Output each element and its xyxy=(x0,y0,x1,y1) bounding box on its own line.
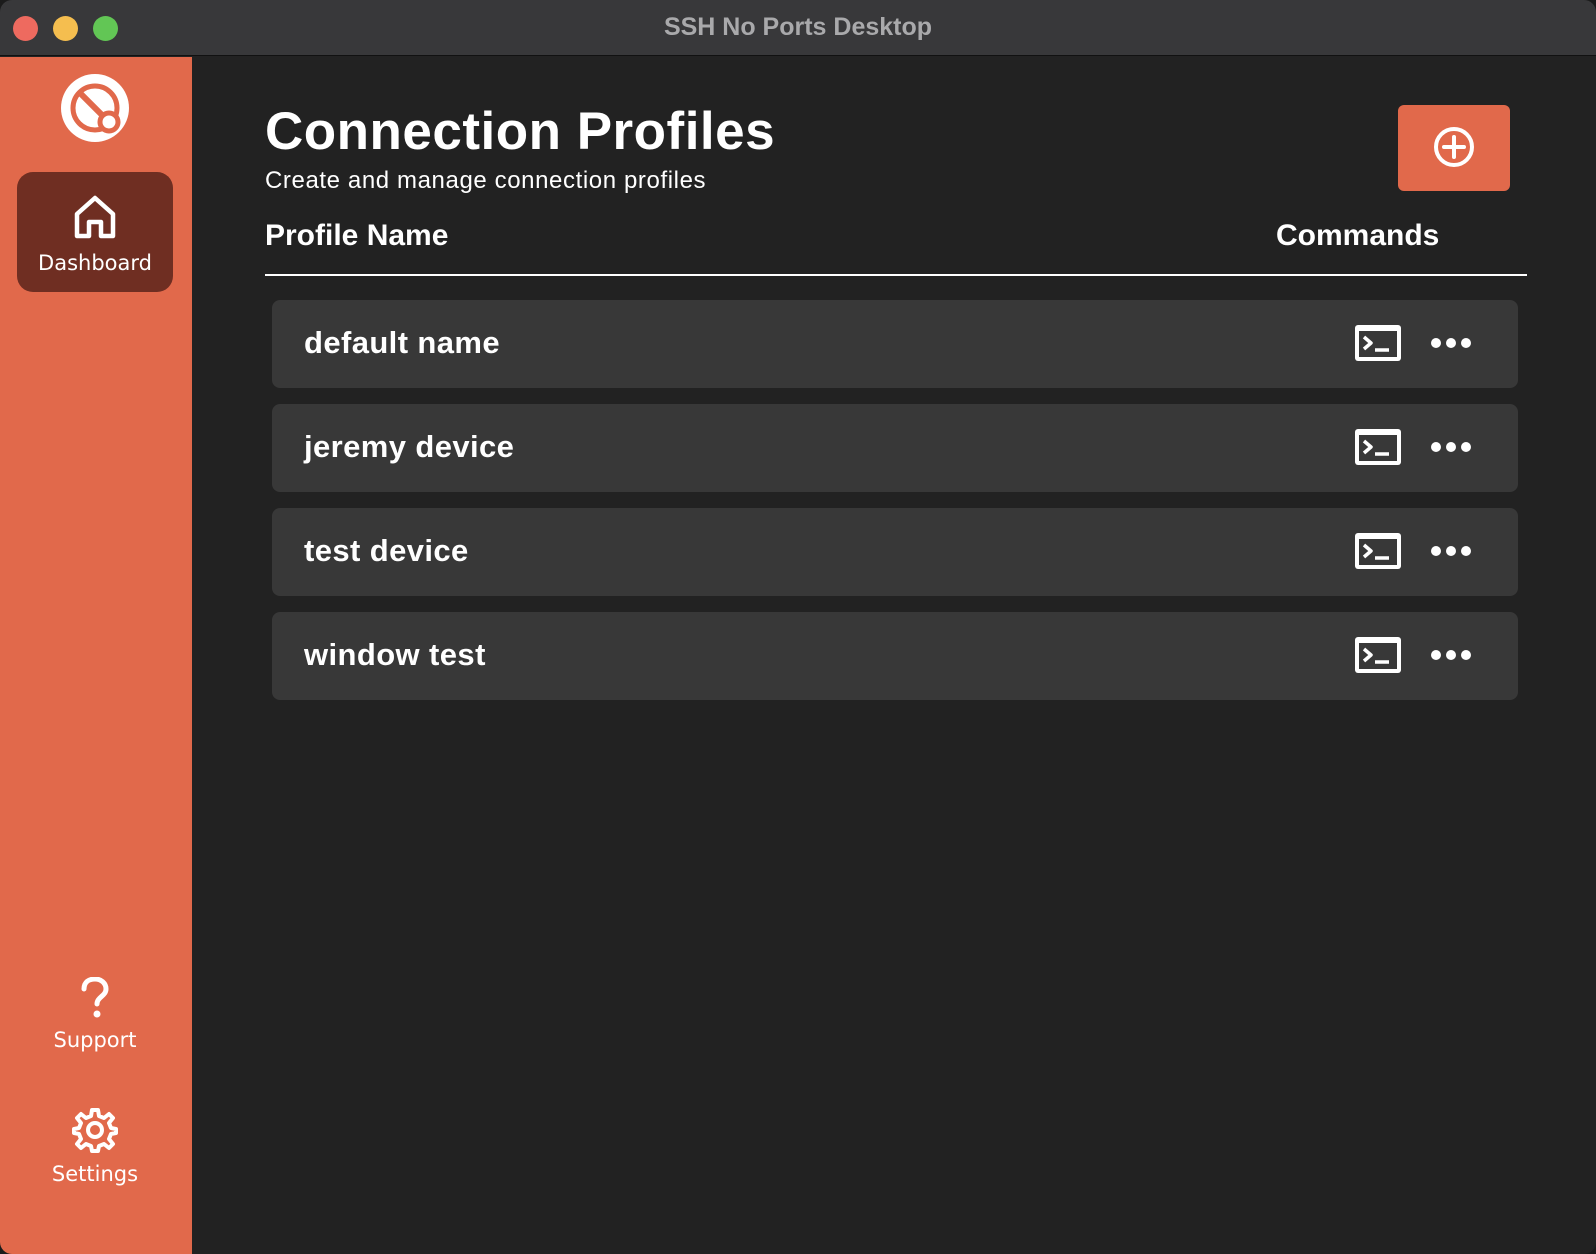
window-title: SSH No Ports Desktop xyxy=(663,13,933,41)
list-item[interactable]: window test xyxy=(272,612,1518,700)
more-horizontal-icon[interactable] xyxy=(1430,644,1472,666)
home-icon xyxy=(17,192,173,247)
sidebar-item-label: Support xyxy=(53,1028,137,1052)
terminal-icon[interactable] xyxy=(1353,323,1403,363)
more-horizontal-icon[interactable] xyxy=(1430,540,1472,562)
terminal-icon[interactable] xyxy=(1353,531,1403,571)
plus-circle-icon xyxy=(1433,126,1475,171)
list-item[interactable]: test device xyxy=(272,508,1518,596)
column-header-commands: Commands xyxy=(1276,219,1440,252)
terminal-icon[interactable] xyxy=(1353,427,1403,467)
main-content: Connection Profiles Create and manage co… xyxy=(192,57,1596,1254)
page-subtitle: Create and manage connection profiles xyxy=(265,167,707,194)
profile-name: test device xyxy=(304,533,469,568)
add-profile-button[interactable] xyxy=(1398,105,1510,191)
sidebar-item-label: Dashboard xyxy=(38,251,152,275)
header-divider xyxy=(265,274,1527,276)
title-bar: SSH No Ports Desktop xyxy=(0,0,1596,56)
terminal-icon[interactable] xyxy=(1353,635,1403,675)
column-header-profile-name: Profile Name xyxy=(265,219,449,252)
more-horizontal-icon[interactable] xyxy=(1430,332,1472,354)
profile-name: default name xyxy=(304,325,501,360)
more-horizontal-icon[interactable] xyxy=(1430,436,1472,458)
question-mark-icon xyxy=(17,976,173,1024)
sidebar-item-support[interactable]: Support xyxy=(17,975,173,1065)
list-item[interactable]: default name xyxy=(272,300,1518,388)
profile-list: default name jeremy device test device w… xyxy=(272,300,1518,716)
sidebar-item-label: Settings xyxy=(51,1162,139,1186)
profile-name: window test xyxy=(304,637,486,672)
profile-name: jeremy device xyxy=(304,429,515,464)
app-window: SSH No Ports Desktop Dashboard Support S… xyxy=(0,0,1596,1254)
gear-icon xyxy=(17,1107,173,1158)
sidebar-item-settings[interactable]: Settings xyxy=(17,1105,173,1205)
page-title: Connection Profiles xyxy=(265,102,776,161)
sidebar: Dashboard Support Settings xyxy=(0,57,192,1254)
sidebar-item-dashboard[interactable]: Dashboard xyxy=(17,172,173,292)
sshnp-logo-icon xyxy=(59,72,131,144)
list-item[interactable]: jeremy device xyxy=(272,404,1518,492)
